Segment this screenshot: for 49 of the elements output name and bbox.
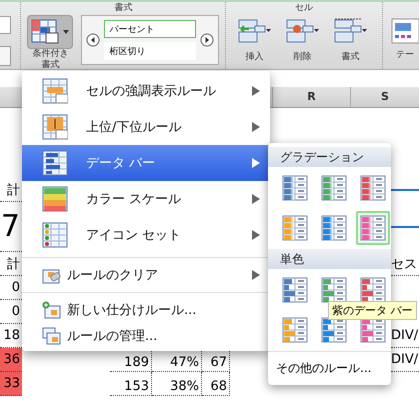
table-cell: 68 <box>202 372 230 396</box>
section-header: 単色 <box>268 249 391 269</box>
menu-item[interactable]: ルールの管理... <box>22 323 270 349</box>
button-label: 書式 <box>41 60 60 71</box>
insert-cells-icon <box>237 18 272 44</box>
menu-item[interactable]: 新しい仕分けルール... <box>22 297 270 323</box>
dropdown-field[interactable] <box>0 16 11 34</box>
menu-item[interactable]: ルールのクリア <box>22 262 270 288</box>
previous-icon[interactable] <box>86 33 100 47</box>
chart-line <box>391 189 419 191</box>
rule-grid-icon <box>42 78 68 104</box>
section-header: グラデーション <box>268 147 391 167</box>
next-icon[interactable] <box>200 33 214 47</box>
menu-item[interactable]: セルの強調表示ルール <box>22 73 270 109</box>
caret-icon <box>63 30 70 34</box>
chart-line <box>391 226 419 228</box>
table-cell: 38% <box>152 372 202 396</box>
data-bar-style-icon[interactable] <box>356 211 390 245</box>
ribbon-button[interactable]: 書式 <box>328 18 372 63</box>
menu-item[interactable]: データ バー <box>22 145 270 181</box>
button-label: 条件付き <box>32 49 68 60</box>
table-style-icon[interactable] <box>391 18 419 44</box>
group-title: 書式 <box>113 2 134 15</box>
cell-style-item[interactable]: 桁区切り <box>104 42 196 60</box>
group-title: セル <box>294 2 314 15</box>
stacked-grids-icon <box>42 327 61 345</box>
column-header[interactable]: S <box>350 87 419 107</box>
cell-style-item[interactable]: パーセント <box>104 20 196 38</box>
conditional-format-icon <box>31 19 62 45</box>
ribbon-button[interactable]: 挿入 <box>232 18 276 63</box>
rule-grid-icon <box>42 114 68 140</box>
menu-item[interactable]: カラー スケール <box>22 181 270 217</box>
add-grid-icon <box>42 301 61 319</box>
menu-item[interactable]: アイコン セット <box>22 217 270 253</box>
button-label: テー <box>396 49 414 61</box>
rule-grid-icon <box>42 150 68 176</box>
menu-item[interactable]: 上位/下位ルール <box>22 109 270 145</box>
conditional-format-button[interactable] <box>27 15 74 49</box>
delete-cells-icon <box>285 18 320 44</box>
table-cell: 33 <box>0 372 22 396</box>
menu-item[interactable]: その他のルール... <box>268 351 391 385</box>
table-cell: 36 <box>0 348 22 372</box>
rule-grid-icon <box>42 186 68 212</box>
table-cell: 153 <box>110 372 152 396</box>
cell-format-icon <box>333 18 368 44</box>
column-header[interactable]: R <box>272 87 350 107</box>
ribbon-button[interactable]: 削除 <box>280 18 324 63</box>
tooltip: 紫のデータ バー <box>328 301 416 320</box>
rule-grid-icon <box>42 222 68 248</box>
